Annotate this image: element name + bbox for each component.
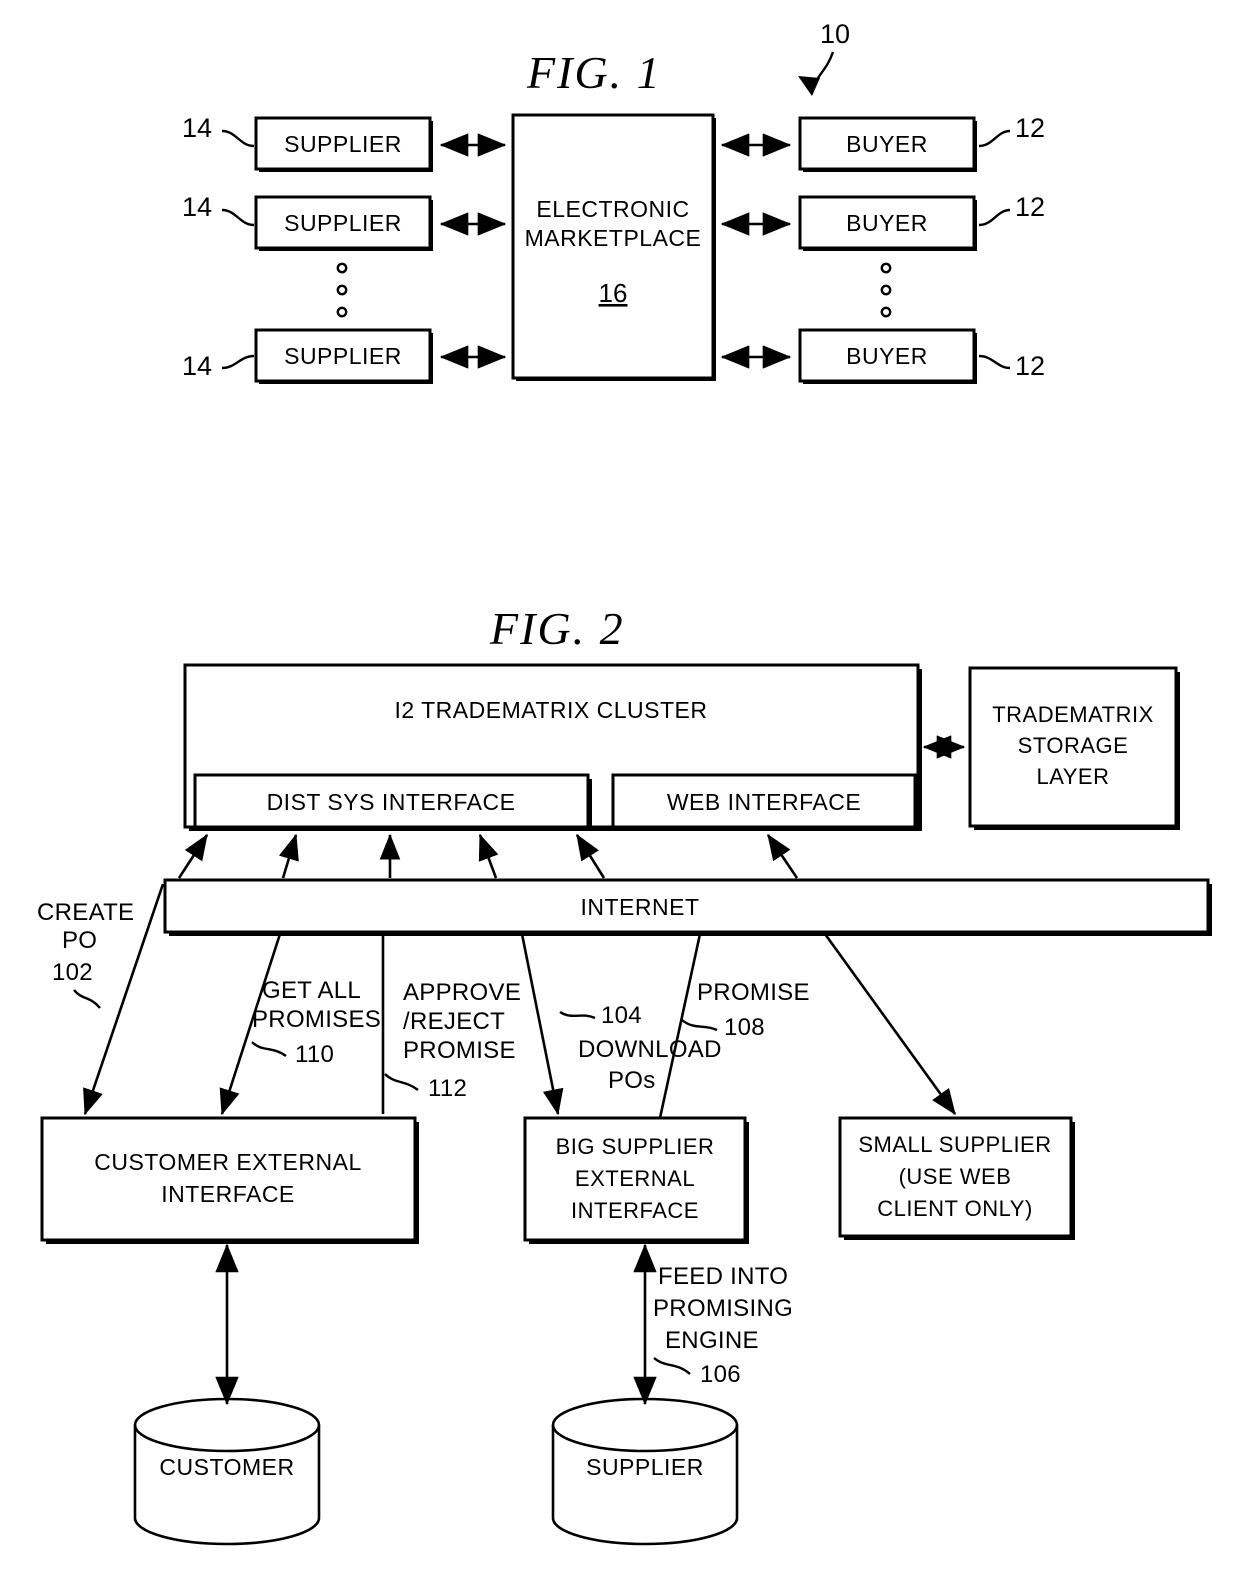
storage-layer-line1: TRADEMATRIX <box>992 702 1154 727</box>
customer-external-interface-line1: CUSTOMER EXTERNAL <box>94 1149 362 1175</box>
flow-feed-ref: 106 <box>700 1361 741 1388</box>
flow-download-line2: POs <box>608 1067 656 1094</box>
patent-figure-sheet: FIG. 1 10 ELECTRONIC MARKETPLACE 16 SUPP… <box>0 0 1240 1569</box>
flow-get-promises-leader <box>251 1041 287 1057</box>
buyer-ref-3-leader <box>978 354 1011 370</box>
internet-label: INTERNET <box>581 894 700 920</box>
supplier-ref-3: 14 <box>182 351 212 381</box>
customer-external-interface-line2: INTERFACE <box>161 1181 295 1207</box>
internet-to-dist-arrow-1 <box>177 833 209 879</box>
flow-create-po-leader <box>73 989 101 1009</box>
small-supplier-line2: (USE WEB <box>899 1164 1012 1189</box>
cluster-label: I2 TRADEMATRIX CLUSTER <box>394 697 707 723</box>
flow-promise-leader <box>681 1019 718 1032</box>
flow-promise-ref: 108 <box>724 1014 765 1041</box>
big-supplier-external-interface-line3: INTERFACE <box>571 1198 699 1223</box>
supplier-ref-2-leader <box>221 208 255 227</box>
supplier-ref-3-leader <box>221 354 255 370</box>
supplier-ellipsis-dot-1 <box>336 262 348 274</box>
buyer-ellipsis-dot-3 <box>880 306 892 318</box>
figure-canvas: FIG. 1 10 ELECTRONIC MARKETPLACE 16 SUPP… <box>37 19 1212 1546</box>
flow-promise-line1: PROMISE <box>697 979 810 1006</box>
buyer-box-1-label: BUYER <box>846 131 928 157</box>
system-ref-arrowhead <box>798 76 820 96</box>
supplier-box-3-label: SUPPLIER <box>284 343 402 369</box>
marketplace-ref: 16 <box>599 278 628 308</box>
supplier-ref-1-leader <box>221 129 255 148</box>
flow-create-po-line1: CREATE <box>37 899 134 926</box>
fig1-title: FIG. 1 <box>526 47 662 98</box>
buyer-ref-2: 12 <box>1015 192 1045 222</box>
supplier-ref-2: 14 <box>182 192 212 222</box>
fig1-system-ref: 10 <box>820 19 850 49</box>
buyer-ref-3: 12 <box>1015 351 1045 381</box>
flow-create-po-ref: 102 <box>52 959 93 986</box>
buyer-ref-1: 12 <box>1015 113 1045 143</box>
internet-to-big-supplier-arrow-download <box>520 933 564 1116</box>
buyer-box-3-label: BUYER <box>846 343 928 369</box>
supplier-ref-1: 14 <box>182 113 212 143</box>
storage-layer-line2: STORAGE <box>1018 733 1129 758</box>
flow-feed-line3: ENGINE <box>665 1327 759 1354</box>
marketplace-label-line1: ELECTRONIC <box>536 196 689 222</box>
flow-get-promises-ref: 110 <box>295 1041 334 1068</box>
fig2-title: FIG. 2 <box>489 603 625 654</box>
supplier-box-2-label: SUPPLIER <box>284 210 402 236</box>
flow-feed-leader <box>653 1357 691 1375</box>
flow-get-promises-line2: PROMISES <box>252 1006 381 1033</box>
flow-approve-ref: 112 <box>428 1075 467 1102</box>
flow-feed-line1: FEED INTO <box>658 1263 788 1290</box>
flow-download-ref: 104 <box>601 1002 642 1029</box>
internet-to-small-supplier-arrow <box>823 933 957 1116</box>
flow-download-leader <box>559 1010 596 1020</box>
supplier-db-label: SUPPLIER <box>586 1454 704 1480</box>
customer-external-interface-box <box>40 1116 417 1242</box>
storage-layer-line3: LAYER <box>1036 764 1109 789</box>
internet-to-web-arrow <box>766 833 799 879</box>
flow-download-line1: DOWNLOAD <box>578 1036 722 1063</box>
flow-feed-line2: PROMISING <box>653 1295 793 1322</box>
small-supplier-line1: SMALL SUPPLIER <box>858 1132 1051 1157</box>
customer-db-label: CUSTOMER <box>159 1454 294 1480</box>
buyer-ref-1-leader <box>978 129 1011 148</box>
buyer-box-2-label: BUYER <box>846 210 928 236</box>
supplier-box-1-label: SUPPLIER <box>284 131 402 157</box>
dist-sys-interface-label: DIST SYS INTERFACE <box>267 789 516 815</box>
supplier-ellipsis-dot-3 <box>336 306 348 318</box>
supplier-ellipsis-dot-2 <box>336 284 348 296</box>
buyer-ellipsis-dot-1 <box>880 262 892 274</box>
big-supplier-external-interface-line1: BIG SUPPLIER <box>556 1134 715 1159</box>
big-supplier-external-interface-line2: EXTERNAL <box>575 1166 695 1191</box>
small-supplier-line3: CLIENT ONLY) <box>877 1196 1033 1221</box>
customer-db-top <box>133 1397 321 1453</box>
marketplace-label-line2: MARKETPLACE <box>525 225 702 251</box>
internet-to-dist-arrow-5 <box>575 833 606 879</box>
flow-create-po-line2: PO <box>62 927 97 954</box>
flow-approve-line1: APPROVE <box>403 979 521 1006</box>
buyer-ref-2-leader <box>978 208 1011 227</box>
flow-approve-line2: /REJECT <box>403 1008 505 1035</box>
supplier-db-top <box>551 1397 739 1453</box>
flow-approve-leader <box>384 1073 419 1091</box>
internet-to-dist-arrow-2 <box>278 833 299 879</box>
internet-to-dist-arrow-4 <box>478 833 499 879</box>
buyer-ellipsis-dot-2 <box>880 284 892 296</box>
flow-approve-line3: PROMISE <box>403 1037 516 1064</box>
flow-get-promises-line1: GET ALL <box>262 977 361 1004</box>
web-interface-label: WEB INTERFACE <box>667 789 861 815</box>
